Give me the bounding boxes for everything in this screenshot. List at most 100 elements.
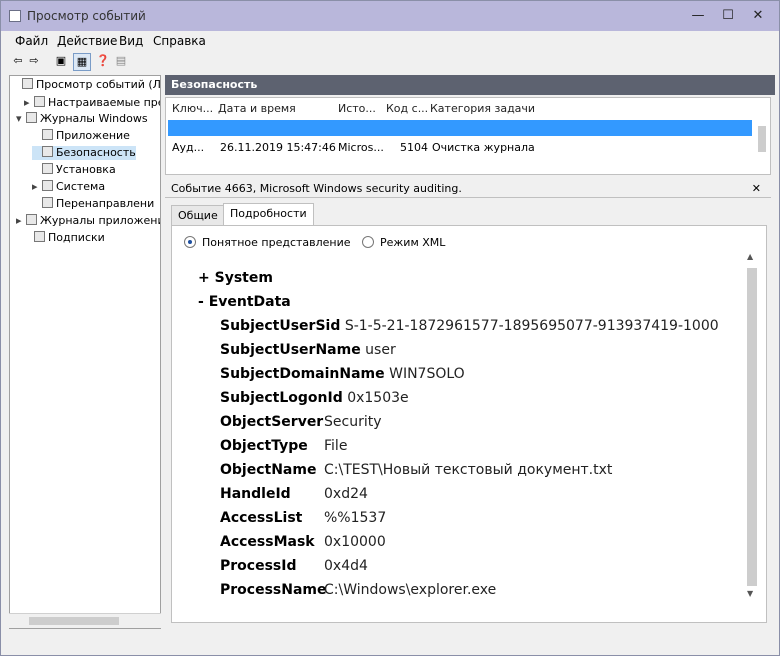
action-pane-icon[interactable]: ▤ [113, 53, 129, 69]
tree-item-subscriptions[interactable]: Подписки [24, 231, 105, 245]
tree-item-forwarded[interactable]: Перенаправлени [32, 197, 154, 211]
tree-item-app-logs[interactable]: ▸ Журналы приложени [16, 214, 160, 228]
toolbar: ⇦ ⇨ ▣ ▦ ❓ ▤ [1, 51, 779, 71]
tree-item-system[interactable]: ▸ Система [32, 180, 105, 194]
details-vertical-scrollbar[interactable]: ▲ ▼ [746, 252, 758, 598]
log-icon [42, 146, 53, 157]
tree-item-label: Безопасность [56, 146, 136, 159]
close-detail-icon[interactable]: ✕ [752, 181, 761, 197]
menu-action[interactable]: Действие [57, 34, 117, 48]
tree-item-label: Просмотр событий (Лок [36, 78, 161, 91]
menu-bar: Файл Действие Вид Справка [1, 31, 779, 51]
maximize-button[interactable]: ☐ [717, 7, 739, 25]
radio-xml-label: Режим XML [380, 236, 446, 249]
close-button[interactable]: ✕ [747, 7, 769, 25]
tree-item-root[interactable]: Просмотр событий (Лок [12, 78, 161, 92]
scroll-up-icon[interactable]: ▲ [747, 252, 753, 261]
tab-general[interactable]: Общие [171, 205, 225, 227]
field-value: Security [324, 414, 382, 430]
field-value: C:\TEST\Новый текстовый документ.txt [324, 462, 613, 478]
scrollbar-thumb[interactable] [29, 617, 119, 625]
cell-keywords: Ауд... [172, 141, 205, 154]
radio-friendly-view[interactable]: Понятное представление [184, 236, 351, 249]
field-row: ObjectName C:\TEST\Новый текстовый докуме… [220, 462, 612, 478]
log-icon [42, 180, 53, 191]
field-value: S-1-5-21-1872961577-1895695077-913937419… [344, 318, 719, 334]
event-detail-header: Событие 4663, Microsoft Windows security… [165, 181, 771, 198]
tree-item-windows-logs[interactable]: ▾ Журналы Windows [16, 112, 148, 126]
field-row: SubjectUserSid S-1-5-21-1872961577-18956… [220, 318, 719, 334]
tab-details[interactable]: Подробности [223, 203, 314, 227]
field-value: File [324, 438, 348, 454]
field-value: WIN7SOLO [389, 366, 465, 382]
field-row: AccessList %%1537 [220, 510, 386, 526]
log-header: Безопасность [165, 75, 775, 95]
log-icon [42, 197, 53, 208]
events-grid: Ключ... Дата и время Исто... Код с... Ка… [165, 97, 771, 175]
tree-item-label: Приложение [56, 129, 130, 142]
radio-selected-icon [184, 236, 196, 248]
menu-file[interactable]: Файл [15, 34, 48, 48]
console-tree: Просмотр событий (Лок ▸ Настраиваемые пре… [9, 75, 161, 629]
tree-item-security[interactable]: Безопасность [32, 146, 136, 160]
folder-icon [26, 214, 37, 225]
help-icon[interactable]: ❓ [95, 53, 111, 69]
expander-icon[interactable]: ▾ [16, 112, 26, 126]
field-row: SubjectLogonId 0x1503e [220, 390, 409, 406]
console-tree-icon[interactable]: ▣ [53, 53, 69, 69]
cell-event-id: 5104 [400, 141, 428, 154]
scrollbar-thumb[interactable] [747, 268, 757, 586]
minimize-button[interactable]: — [687, 7, 709, 25]
field-row: AccessMask 0x10000 [220, 534, 386, 550]
col-event-id[interactable]: Код с... [386, 102, 428, 115]
field-value: 0x10000 [324, 534, 386, 550]
event-detail-title: Событие 4663, Microsoft Windows security… [171, 182, 462, 195]
folder-icon [34, 96, 45, 107]
event-viewer-window: Просмотр событий — ☐ ✕ Файл Действие Вид… [0, 0, 780, 656]
col-date[interactable]: Дата и время [218, 102, 296, 115]
field-row: SubjectUserName user [220, 342, 396, 358]
tree-item-application[interactable]: Приложение [32, 129, 130, 143]
system-node[interactable]: + System [198, 270, 273, 286]
forward-icon[interactable]: ⇨ [27, 53, 41, 69]
expander-icon[interactable]: ▸ [24, 96, 34, 110]
tree-horizontal-scrollbar[interactable] [9, 613, 161, 628]
field-name: SubjectUserSid [220, 318, 341, 334]
tree-item-label: Система [56, 180, 106, 193]
eventdata-node[interactable]: - EventData [198, 294, 291, 310]
col-keywords[interactable]: Ключ... [172, 102, 213, 115]
scrollbar-thumb[interactable] [758, 126, 766, 152]
properties-icon[interactable]: ▦ [73, 53, 91, 71]
menu-view[interactable]: Вид [119, 34, 143, 48]
back-icon[interactable]: ⇦ [11, 53, 25, 69]
title-bar: Просмотр событий — ☐ ✕ [1, 1, 779, 31]
details-panel: Понятное представление Режим XML + Syste… [171, 225, 767, 623]
cell-task-category: Очистка журнала [432, 141, 535, 154]
field-row: ProcessId 0x4d4 [220, 558, 368, 574]
col-task-category[interactable]: Категория задачи [430, 102, 535, 115]
radio-unselected-icon [362, 236, 374, 248]
cell-source: Micros... [338, 141, 384, 154]
tree-item-setup[interactable]: Установка [32, 163, 116, 177]
events-vertical-scrollbar[interactable] [756, 116, 768, 166]
field-name: ObjectServer [220, 414, 324, 430]
radio-xml-view[interactable]: Режим XML [362, 236, 445, 249]
field-value: user [365, 342, 396, 358]
field-name: ObjectType [220, 438, 308, 454]
subscription-icon [34, 231, 45, 242]
field-row: HandleId 0xd24 [220, 486, 368, 502]
event-row-selected[interactable] [168, 120, 752, 136]
scroll-down-icon[interactable]: ▼ [747, 589, 753, 598]
col-source[interactable]: Исто... [338, 102, 376, 115]
tree-item-label: Подписки [48, 231, 105, 244]
field-name: SubjectDomainName [220, 366, 385, 382]
tree-item-custom-views[interactable]: ▸ Настраиваемые предс [24, 96, 160, 110]
event-row[interactable]: Ауд... 26.11.2019 15:47:46 Micros... 510… [168, 140, 752, 156]
expander-icon[interactable]: ▸ [32, 180, 42, 194]
field-row: SubjectDomainName WIN7SOLO [220, 366, 465, 382]
tree-item-label: Установка [56, 163, 116, 176]
expander-icon[interactable]: ▸ [16, 214, 26, 228]
cell-date: 26.11.2019 15:47:46 [220, 141, 336, 154]
tree-item-label: Настраиваемые предс [48, 96, 160, 109]
menu-help[interactable]: Справка [153, 34, 206, 48]
